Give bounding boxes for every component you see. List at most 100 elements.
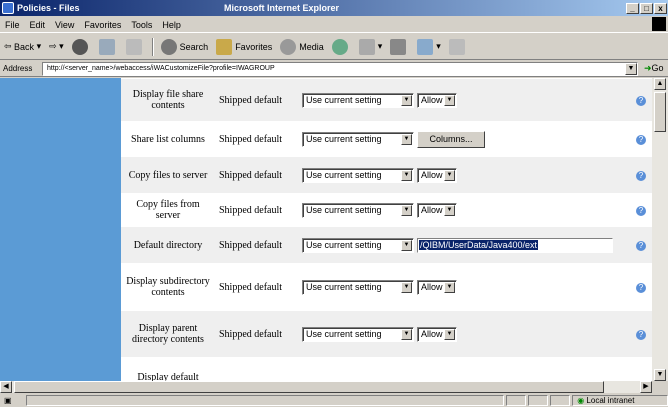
value-select[interactable]: Allow ▼	[417, 326, 457, 342]
help-icon[interactable]: ?	[636, 282, 646, 293]
edit-button[interactable]: ▾	[417, 38, 441, 55]
setting-select-text: Use current setting	[306, 95, 382, 105]
chevron-down-icon[interactable]: ▼	[625, 62, 637, 75]
media-icon	[280, 38, 297, 55]
chevron-down-icon: ▼	[401, 204, 412, 216]
setting-select[interactable]: Use current setting ▼	[302, 131, 414, 147]
intranet-icon: ◉	[577, 396, 587, 405]
scroll-down-button[interactable]: ▼	[654, 369, 666, 381]
directory-input-text: /QIBM/UserData/Java400/ext	[419, 240, 539, 250]
table-row: Share list columns Shipped default Use cur…	[121, 121, 652, 157]
address-input[interactable]: http://<server_name>/webaccess/iWACustom…	[42, 61, 638, 76]
toolbar: ⇦ Back ▾ ⇨ ▾ Search Favorites Media ▾ ▾	[0, 34, 668, 60]
vertical-scrollbar[interactable]: ▲ ▼	[652, 78, 668, 381]
address-bar: Address http://<server_name>/webaccess/i…	[0, 61, 668, 77]
menu-help[interactable]: Help	[162, 20, 181, 30]
help-icon[interactable]: ?	[636, 205, 646, 216]
table-row: Default directory Shipped default Use curr…	[121, 227, 652, 263]
setting-select-text: Use current setting	[306, 329, 382, 339]
home-button[interactable]	[125, 38, 145, 55]
home-icon	[125, 38, 142, 55]
windows-logo-icon	[652, 17, 666, 31]
search-button[interactable]: Search	[160, 38, 208, 55]
policy-default: Shipped default	[219, 281, 283, 293]
help-icon[interactable]: ?	[636, 134, 646, 145]
help-icon[interactable]: ?	[636, 170, 646, 181]
stop-button[interactable]	[71, 38, 91, 55]
page-status-icon: ▣	[4, 396, 12, 405]
policy-name: Share list columns	[131, 133, 205, 145]
go-button[interactable]: ➜Go	[644, 63, 664, 74]
value-select[interactable]: Allow ▼	[417, 167, 457, 183]
discuss-button[interactable]	[448, 38, 468, 55]
help-icon[interactable]: ?	[636, 95, 646, 106]
value-select[interactable]: Allow ▼	[417, 279, 457, 295]
refresh-icon	[98, 38, 115, 55]
value-select[interactable]: Allow ▼	[417, 92, 457, 108]
policy-default: Shipped default	[219, 169, 283, 181]
value-select-text: Allow	[421, 170, 443, 180]
minimize-button[interactable]: _	[626, 2, 639, 14]
policy-name: Default directory	[133, 239, 203, 251]
history-icon	[331, 38, 348, 55]
table-row: Display file share contents Shipped defau…	[121, 79, 652, 121]
favorites-button[interactable]: Favorites	[216, 38, 272, 55]
menu-tools[interactable]: Tools	[131, 20, 152, 30]
setting-select[interactable]: Use current setting ▼	[302, 202, 414, 218]
vertical-scroll-thumb[interactable]	[654, 92, 666, 132]
columns-button[interactable]: Columns...	[417, 130, 485, 148]
policy-default: Shipped default	[219, 204, 283, 216]
value-select-text: Allow	[421, 329, 443, 339]
chevron-down-icon: ▾	[436, 41, 441, 51]
status-pane	[506, 395, 527, 406]
help-icon[interactable]: ?	[636, 240, 646, 251]
setting-select[interactable]: Use current setting ▼	[302, 237, 414, 253]
chevron-down-icon: ▼	[444, 169, 455, 181]
navigation-sidebar	[0, 78, 121, 381]
scroll-up-button[interactable]: ▲	[654, 78, 666, 90]
policy-name: Copy files to server	[128, 169, 208, 181]
media-button[interactable]: Media	[280, 38, 324, 55]
media-label: Media	[299, 41, 324, 52]
menu-view[interactable]: View	[55, 20, 74, 30]
setting-select[interactable]: Use current setting ▼	[302, 326, 414, 342]
setting-select[interactable]: Use current setting ▼	[302, 92, 414, 108]
window-title: Policies - Files	[17, 3, 80, 13]
policy-default: Shipped default	[219, 133, 283, 145]
history-button[interactable]	[331, 38, 351, 55]
close-button[interactable]: x	[654, 2, 667, 14]
address-url: http://<server_name>/webaccess/iWACustom…	[47, 65, 275, 72]
setting-select-text: Use current setting	[306, 205, 382, 215]
search-icon	[160, 38, 177, 55]
chevron-down-icon: ▼	[401, 169, 412, 181]
directory-input[interactable]: /QIBM/UserData/Java400/ext	[417, 237, 613, 253]
menu-file[interactable]: File	[5, 20, 20, 30]
help-icon[interactable]: ?	[636, 329, 646, 340]
policy-default: Shipped default	[219, 239, 283, 251]
chevron-down-icon: ▼	[444, 328, 455, 340]
setting-select[interactable]: Use current setting ▼	[302, 167, 414, 183]
scroll-left-button[interactable]: ◀	[0, 381, 12, 393]
browser-name: Microsoft Internet Explorer	[224, 3, 340, 13]
menu-bar: File Edit View Favorites Tools Help	[0, 17, 668, 33]
maximize-button[interactable]: □	[640, 2, 653, 14]
refresh-button[interactable]	[98, 38, 118, 55]
print-button[interactable]	[390, 38, 409, 55]
policies-table: ▼ ▼ ? Display file share contents Shipped…	[121, 78, 652, 381]
title-bar[interactable]: Policies - Files Microsoft Internet Expl…	[0, 0, 668, 16]
back-button[interactable]: ⇦ Back ▾	[4, 41, 41, 52]
mail-button[interactable]: ▾	[358, 38, 382, 55]
chevron-down-icon: ▼	[401, 94, 412, 106]
policy-name: Display file share contents	[132, 89, 204, 111]
menu-edit[interactable]: Edit	[30, 20, 46, 30]
horizontal-scrollbar[interactable]: ◀ ▶	[0, 381, 652, 393]
forward-button[interactable]: ⇨ ▾	[49, 41, 64, 52]
value-select[interactable]: Allow ▼	[417, 202, 457, 218]
menu-favorites[interactable]: Favorites	[84, 20, 121, 30]
ie-logo-icon	[2, 2, 14, 14]
horizontal-scroll-thumb[interactable]	[14, 381, 604, 393]
setting-select[interactable]: Use current setting ▼	[302, 279, 414, 295]
chevron-down-icon: ▾	[34, 41, 42, 51]
scroll-right-button[interactable]: ▶	[640, 381, 652, 393]
status-bar: ▣ ◉ Local intranet	[0, 394, 668, 407]
